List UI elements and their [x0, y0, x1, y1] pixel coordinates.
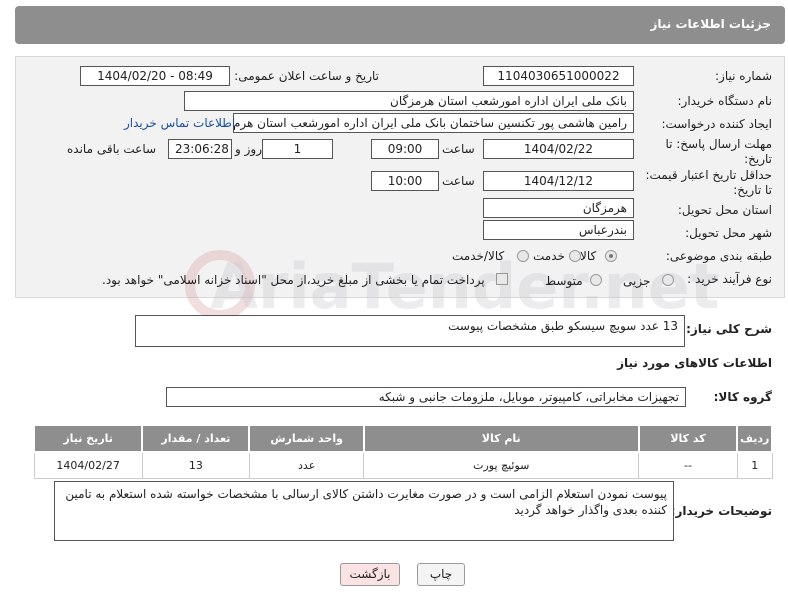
process-option-medium: متوسط [545, 274, 583, 288]
announce-date-label: تاریخ و ساعت اعلان عمومی: [234, 69, 379, 83]
cell-date: 1404/02/27 [33, 451, 143, 479]
reply-time-label: ساعت [442, 142, 475, 156]
reply-deadline-label-1: مهلت ارسال پاسخ: تا [665, 137, 772, 151]
cell-qty: 13 [141, 451, 250, 479]
page-title: جزئیات اطلاعات نیاز [650, 17, 771, 31]
items-table: ردیف کد کالا نام کالا واحد شمارش تعداد /… [32, 424, 773, 479]
announce-date-field: 1404/02/20 - 08:49 [80, 66, 230, 86]
price-deadline-label-2: تا تاریخ: [733, 183, 772, 197]
process-label: نوع فرآیند خرید : [687, 272, 772, 286]
treasury-payment-note: پرداخت تمام یا بخشی از مبلغ خرید،از محل … [102, 273, 485, 287]
need-number-label: شماره نیاز: [715, 69, 772, 83]
col-header-name: نام کالا [362, 424, 640, 453]
goods-group-label: گروه کالا: [713, 390, 772, 404]
buyer-org-label: نام دستگاه خریدار: [677, 94, 773, 108]
description-label: شرح کلی نیاز: [686, 322, 772, 336]
reply-deadline-label-2: تاریخ: [744, 152, 772, 166]
table-header-row: ردیف کد کالا نام کالا واحد شمارش تعداد /… [32, 424, 773, 453]
treasury-payment-checkbox[interactable] [496, 273, 508, 285]
print-button[interactable]: چاپ [417, 563, 465, 586]
city-label: شهر محل تحویل: [685, 226, 772, 240]
city-field: بندرعباس [483, 220, 634, 240]
description-textarea[interactable]: 13 عدد سویچ سیسکو طبق مشخصات پیوست [135, 315, 685, 347]
category-radio-goods[interactable] [605, 250, 617, 262]
process-radio-minor[interactable] [662, 274, 674, 286]
requester-label: ایجاد کننده درخواست: [661, 117, 772, 131]
col-header-qty: تعداد / مقدار [141, 424, 251, 453]
cell-code: -- [638, 451, 738, 479]
category-radio-both[interactable] [517, 250, 529, 262]
category-option-both: کالا/خدمت [452, 249, 505, 263]
remaining-time-label: ساعت باقی مانده [67, 142, 157, 156]
requester-field: رامین هاشمی پور تکنسین ساختمان بانک ملی … [233, 113, 634, 133]
category-radio-service[interactable] [569, 250, 581, 262]
category-option-service: خدمت [533, 249, 565, 263]
province-label: استان محل تحویل: [677, 203, 772, 217]
buyer-notes-text: پیوست نمودن استعلام الزامی است و در صورت… [65, 487, 667, 517]
reply-time-field: 09:00 [371, 139, 439, 159]
col-header-date: تاریخ نیاز [32, 424, 144, 453]
price-time-label: ساعت [442, 174, 475, 188]
category-label: طبقه بندی موضوعی: [665, 249, 772, 263]
remaining-time-field: 23:06:28 [168, 139, 232, 159]
buyer-org-field: بانک ملی ایران اداره امورشعب استان هرمزگ… [184, 91, 634, 111]
reply-days-field: 1 [262, 139, 333, 159]
col-header-unit: واحد شمارش [248, 424, 365, 453]
col-header-code: کد کالا [637, 424, 739, 453]
buyer-contact-link[interactable]: اطلاعات تماس خریدار [124, 116, 235, 130]
need-number-field: 1104030651000022 [483, 66, 634, 86]
cell-row-no: 1 [736, 451, 773, 479]
process-option-minor: جزیی [623, 274, 651, 288]
province-field: هرمزگان [483, 198, 634, 218]
reply-days-label: روز و [235, 142, 262, 156]
back-button[interactable]: بازگشت [340, 563, 400, 586]
table-row: 1 -- سوئیچ پورت عدد 13 1404/02/27 [33, 451, 773, 479]
goods-section-title: اطلاعات کالاهای مورد نیاز [617, 356, 772, 370]
description-text: 13 عدد سویچ سیسکو طبق مشخصات پیوست [448, 319, 678, 333]
price-time-field: 10:00 [371, 171, 439, 191]
price-date-field: 1404/12/12 [483, 171, 634, 191]
reply-date-field: 1404/02/22 [483, 139, 634, 159]
cell-name: سوئیچ پورت [363, 451, 640, 479]
buyer-notes-label: توضیحات خریدار: [670, 504, 772, 518]
page-header: جزئیات اطلاعات نیاز [15, 6, 785, 44]
cell-unit: عدد [248, 451, 365, 479]
process-radio-medium[interactable] [590, 274, 602, 286]
buyer-notes-textarea[interactable]: پیوست نمودن استعلام الزامی است و در صورت… [54, 481, 674, 541]
category-option-goods: کالا [580, 249, 597, 263]
goods-group-field: تجهیزات مخابراتی، کامپیوتر، موبایل، ملزو… [166, 387, 686, 407]
col-header-row-no: ردیف [736, 424, 773, 453]
items-table-wrapper: ردیف کد کالا نام کالا واحد شمارش تعداد /… [32, 424, 775, 479]
price-deadline-label-1: حداقل تاریخ اعتبار قیمت: [645, 168, 772, 182]
